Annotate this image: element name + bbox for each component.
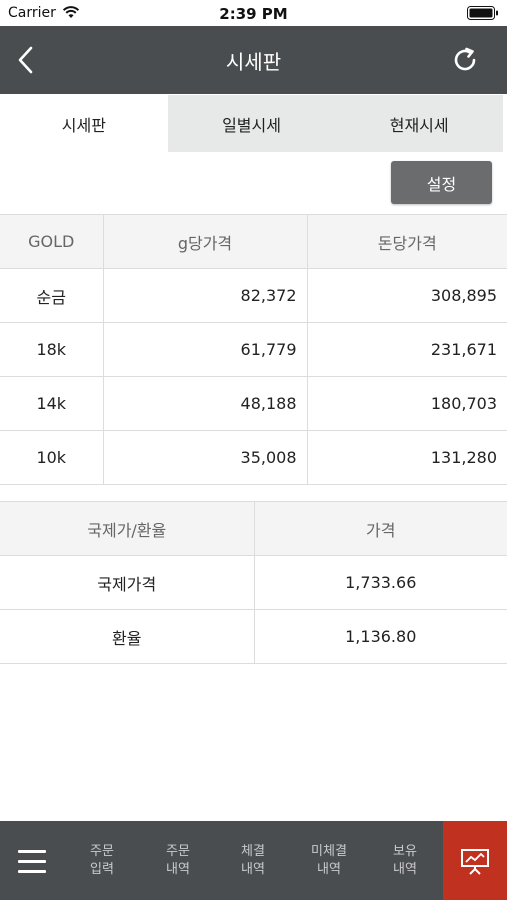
hamburger-menu-icon[interactable] — [12, 841, 52, 881]
nav-unexecuted-history[interactable]: 미체결 내역 — [299, 843, 359, 879]
price-per-gram: 61,779 — [103, 322, 308, 377]
table-header-row: 국제가/환율 가격 — [0, 501, 507, 556]
nav-order-entry[interactable]: 주문 입력 — [72, 843, 132, 879]
nav-execution-history[interactable]: 체결 내역 — [223, 843, 283, 879]
nav-label-line2: 내역 — [241, 862, 265, 877]
nav-holdings-history[interactable]: 보유 내역 — [375, 843, 435, 879]
status-time: 2:39 PM — [219, 5, 288, 23]
price-per-gram: 35,008 — [103, 430, 308, 485]
price-per-gram: 48,188 — [103, 376, 308, 431]
status-bar: Carrier 2:39 PM — [0, 0, 507, 26]
price-per-don: 231,671 — [307, 322, 507, 377]
column-header-gold: GOLD — [0, 214, 104, 269]
price-per-gram: 82,372 — [103, 268, 308, 323]
column-header-price: 가격 — [254, 501, 507, 556]
gold-type: 10k — [0, 430, 104, 485]
table-row: 18k 61,779 231,671 — [0, 322, 507, 377]
bottom-nav-bar: 주문 입력 주문 내역 체결 내역 미체결 내역 보유 내역 — [0, 821, 507, 900]
table-row: 14k 48,188 180,703 — [0, 376, 507, 431]
page-title: 시세판 — [225, 50, 282, 74]
column-header-per-gram: g당가격 — [103, 214, 308, 269]
nav-label-line2: 내역 — [166, 862, 190, 877]
gold-type: 14k — [0, 376, 104, 431]
column-header-intl-rate: 국제가/환율 — [0, 501, 255, 556]
refresh-icon — [454, 47, 476, 71]
table-row: 환율 1,136.80 — [0, 609, 507, 664]
nav-label-line1: 미체결 — [311, 844, 347, 859]
header-bar: 시세판 — [0, 26, 507, 94]
tab-daily-price[interactable]: 일별시세 — [167, 95, 336, 152]
nav-label-line1: 주문 — [166, 844, 190, 859]
nav-label-line2: 입력 — [90, 862, 114, 877]
tab-board[interactable]: 시세판 — [0, 95, 168, 152]
intl-item-price: 1,733.66 — [254, 555, 507, 610]
price-board-button[interactable] — [443, 821, 507, 900]
battery-icon — [467, 6, 498, 20]
gold-price-table: GOLD g당가격 돈당가격 순금 82,372 308,895 18k 61,… — [0, 214, 507, 485]
intl-item-name: 국제가격 — [0, 555, 255, 610]
nav-label-line1: 체결 — [241, 844, 265, 859]
nav-label-line2: 내역 — [393, 862, 417, 877]
price-per-don: 180,703 — [307, 376, 507, 431]
table-row: 10k 35,008 131,280 — [0, 430, 507, 485]
nav-label-line2: 내역 — [317, 862, 341, 877]
nav-label-line1: 주문 — [90, 844, 114, 859]
nav-label-line1: 보유 — [393, 844, 417, 859]
tab-current-price[interactable]: 현재시세 — [335, 95, 504, 152]
intl-item-name: 환율 — [0, 609, 255, 664]
gold-type: 18k — [0, 322, 104, 377]
price-per-don: 131,280 — [307, 430, 507, 485]
column-header-per-don: 돈당가격 — [307, 214, 507, 269]
refresh-button[interactable] — [445, 40, 485, 80]
intl-item-price: 1,136.80 — [254, 609, 507, 664]
settings-button[interactable]: 설정 — [391, 161, 492, 204]
tab-bar: 시세판 일별시세 현재시세 — [0, 95, 507, 152]
table-row: 국제가격 1,733.66 — [0, 555, 507, 610]
table-row: 순금 82,372 308,895 — [0, 268, 507, 323]
tab-gap — [503, 95, 507, 152]
nav-order-history[interactable]: 주문 내역 — [148, 843, 208, 879]
international-price-table: 국제가/환율 가격 국제가격 1,733.66 환율 1,136.80 — [0, 501, 507, 664]
table-header-row: GOLD g당가격 돈당가격 — [0, 214, 507, 269]
gold-type: 순금 — [0, 268, 104, 323]
presentation-board-icon — [461, 848, 489, 875]
price-per-don: 308,895 — [307, 268, 507, 323]
